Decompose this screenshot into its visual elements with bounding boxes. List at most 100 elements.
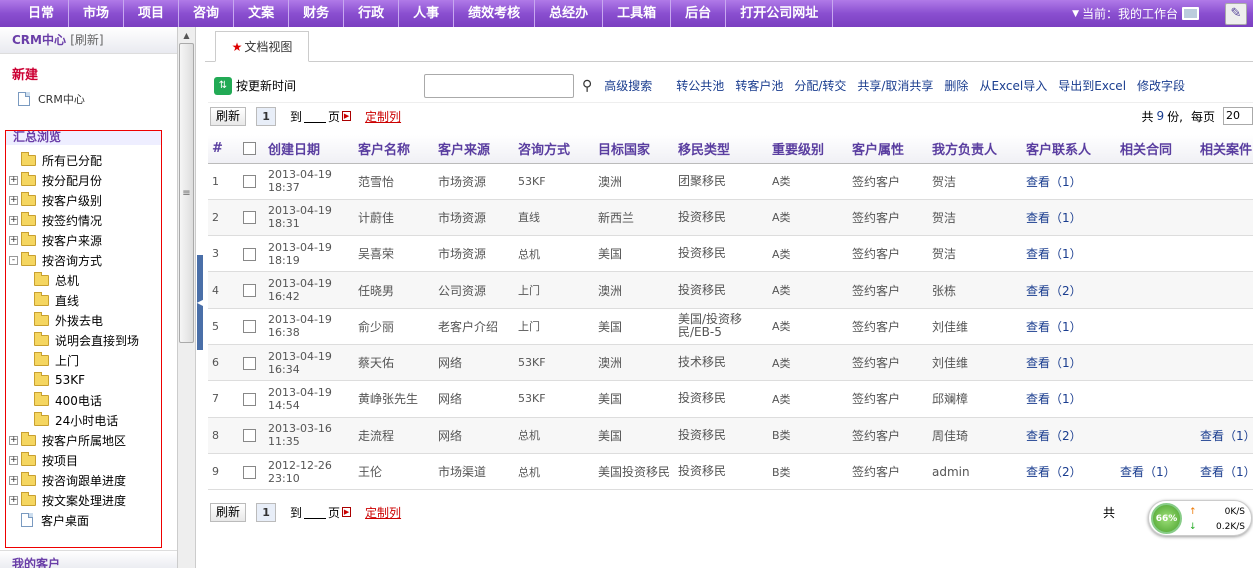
row-checkbox[interactable]: [243, 284, 256, 298]
sort-icon[interactable]: ⇅: [214, 76, 232, 95]
view-case-link[interactable]: 查看（1）: [1200, 429, 1253, 443]
action-link[interactable]: 修改字段: [1137, 77, 1185, 94]
action-link[interactable]: 共享/取消共享: [857, 77, 933, 94]
tree-item[interactable]: - 按咨询方式: [6, 250, 161, 270]
select-all-checkbox[interactable]: [243, 142, 256, 156]
sort-by-update-time[interactable]: 按更新时间: [236, 77, 296, 94]
view-contact-link[interactable]: 查看（1）: [1026, 211, 1082, 225]
go-arrow-icon[interactable]: ▶: [342, 111, 352, 121]
column-header[interactable]: 创建日期: [264, 135, 354, 164]
table-row[interactable]: 9 2012-12-26 23:10 王伦 市场渠道 总机 美国投资移民 投资移民 B类 签约客…: [208, 453, 1253, 491]
tree-item[interactable]: + 按咨询跟单进度: [6, 470, 161, 490]
edit-pencil-icon[interactable]: ✎: [1225, 2, 1247, 25]
row-checkbox[interactable]: [243, 392, 256, 406]
column-header[interactable]: 客户属性: [848, 135, 928, 164]
nav-item[interactable]: 工具箱: [603, 0, 672, 27]
dropdown-arrow-icon[interactable]: ▼: [1072, 9, 1079, 19]
expand-icon[interactable]: +: [9, 435, 18, 445]
customize-columns-link-bottom[interactable]: 定制列: [365, 504, 401, 521]
crm-center-node[interactable]: CRM中心: [0, 86, 195, 108]
view-contact-link[interactable]: 查看（1）: [1026, 392, 1082, 406]
scroll-thumb[interactable]: ≡: [179, 43, 194, 343]
expand-icon[interactable]: +: [9, 475, 18, 485]
nav-item[interactable]: 总经办: [535, 0, 604, 27]
action-link[interactable]: 从Excel导入: [979, 77, 1047, 94]
customize-columns-link[interactable]: 定制列: [365, 108, 401, 125]
nav-item[interactable]: 项目: [124, 0, 180, 27]
collapse-icon[interactable]: -: [9, 255, 18, 265]
column-header[interactable]: 目标国家: [594, 135, 674, 164]
view-contact-link[interactable]: 查看（2）: [1026, 429, 1082, 443]
sidebar-scrollbar[interactable]: ▲ ≡: [177, 27, 195, 568]
nav-item[interactable]: 人事: [399, 0, 455, 27]
view-contact-link[interactable]: 查看（1）: [1026, 320, 1082, 334]
column-header[interactable]: 相关案件: [1196, 135, 1253, 164]
row-checkbox[interactable]: [243, 175, 256, 189]
view-contact-link[interactable]: 查看（1）: [1026, 175, 1082, 189]
table-row[interactable]: 4 2013-04-19 16:42 任晓男 公司资源 上门 澳洲 投资移民 A类 签约客户 张栋…: [208, 271, 1253, 309]
go-arrow-icon-bottom[interactable]: ▶: [342, 507, 352, 517]
tree-item[interactable]: + 按客户级别: [6, 190, 161, 210]
page-input[interactable]: [304, 109, 327, 123]
refresh-button-bottom[interactable]: 刷新: [210, 502, 247, 522]
column-header[interactable]: 相关合同: [1116, 135, 1196, 164]
tree-item[interactable]: + 按客户所属地区: [6, 430, 161, 450]
view-contact-link[interactable]: 查看（1）: [1026, 356, 1082, 370]
action-link[interactable]: 转客户池: [735, 77, 783, 94]
select-all-checkbox-header[interactable]: [239, 135, 264, 164]
nav-item[interactable]: 绩效考核: [454, 0, 536, 27]
view-contact-link[interactable]: 查看（2）: [1026, 284, 1082, 298]
table-row[interactable]: 2 2013-04-19 18:31 计蔚佳 市场资源 直线 新西兰 投资移民 A类 签约客户贺…: [208, 199, 1253, 237]
page-input-bottom[interactable]: [304, 505, 327, 519]
table-row[interactable]: 3 2013-04-19 18:19 吴喜荣 市场资源 总机 美国 投资移民 A类 签约客户 贺洁…: [208, 235, 1253, 273]
table-row[interactable]: 7 2013-04-19 14:54 黄峥张先生 网络 53KF 美国 投资移民 A类 签约客户…: [208, 380, 1253, 418]
tree-item[interactable]: 客户桌面: [6, 510, 161, 530]
row-checkbox[interactable]: [243, 465, 256, 479]
refresh-link[interactable]: [刷新]: [70, 33, 103, 47]
expand-icon[interactable]: +: [9, 195, 18, 205]
tree-item[interactable]: 说明会直接到场: [6, 330, 161, 350]
new-label[interactable]: 新建: [0, 54, 195, 86]
action-link[interactable]: 删除: [944, 77, 968, 94]
column-header[interactable]: #: [208, 135, 239, 164]
row-checkbox[interactable]: [243, 247, 256, 261]
nav-item[interactable]: 咨询: [179, 0, 235, 27]
page-number[interactable]: 1: [256, 106, 277, 126]
action-link[interactable]: 转公共池: [676, 77, 724, 94]
column-header[interactable]: 客户联系人: [1022, 135, 1116, 164]
tree-item[interactable]: 53KF: [6, 370, 161, 390]
nav-item[interactable]: 后台: [671, 0, 727, 27]
tree-item[interactable]: 400电话: [6, 390, 161, 410]
collapse-sidebar-handle[interactable]: ◀: [197, 255, 203, 350]
action-link[interactable]: 分配/转交: [794, 77, 846, 94]
table-row[interactable]: 8 2013-03-16 11:35 走流程 网络 总机 美国 投资移民 B类 签约客户 周佳琦查…: [208, 417, 1253, 454]
current-workspace[interactable]: 当前：我的工作台: [1082, 5, 1178, 22]
network-speed-widget[interactable]: 66% ↑ 0K/S ↓ 0.2K/S: [1148, 500, 1252, 536]
table-row[interactable]: 6 2013-04-19 16:34 蔡天佑 网络 53KF 澳洲 技术移民 A类 签约客户 刘佳…: [208, 344, 1253, 382]
expand-icon[interactable]: +: [9, 455, 18, 465]
refresh-button[interactable]: 刷新: [210, 106, 247, 126]
nav-item[interactable]: 日常: [0, 0, 70, 27]
column-header[interactable]: 移民类型: [674, 135, 768, 164]
expand-icon[interactable]: +: [9, 235, 18, 245]
tree-item[interactable]: + 按项目: [6, 450, 161, 470]
tree-item[interactable]: + 按分配月份: [6, 170, 161, 190]
view-contact-link[interactable]: 查看（2）: [1026, 465, 1082, 479]
column-header[interactable]: 我方负责人: [928, 135, 1022, 164]
tree-item[interactable]: 24小时电话: [6, 410, 161, 430]
row-checkbox[interactable]: [243, 429, 256, 443]
tree-item[interactable]: 所有已分配: [6, 150, 161, 170]
tree-item[interactable]: 直线: [6, 290, 161, 310]
expand-icon[interactable]: +: [9, 215, 18, 225]
column-header[interactable]: 咨询方式: [514, 135, 594, 164]
view-case-link[interactable]: 查看（1）: [1200, 465, 1253, 479]
row-checkbox[interactable]: [243, 356, 256, 370]
tree-item[interactable]: + 按签约情况: [6, 210, 161, 230]
table-row[interactable]: 5 2013-04-19 16:38 俞少丽 老客户介绍 上门 美国 美国/投资移民/EB-…: [208, 308, 1253, 345]
nav-item[interactable]: 文案: [234, 0, 290, 27]
nav-item[interactable]: 打开公司网址: [726, 0, 834, 27]
monitor-icon[interactable]: [1182, 7, 1199, 20]
action-link[interactable]: 导出到Excel: [1058, 77, 1126, 94]
row-checkbox[interactable]: [243, 211, 256, 225]
table-row[interactable]: 1 2013-04-19 18:37 范雪怡 市场资源 53KF 澳洲 团聚移民 A类 签约客户…: [208, 163, 1253, 200]
